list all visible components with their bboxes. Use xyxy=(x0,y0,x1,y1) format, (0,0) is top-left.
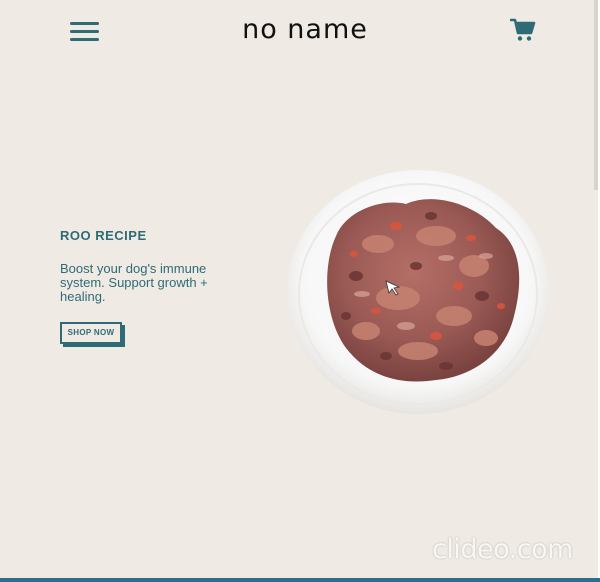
product-description: Boost your dog's immune system. Support … xyxy=(60,261,208,304)
hamburger-menu-icon xyxy=(70,22,99,25)
dog-food-bowl-image xyxy=(287,170,549,414)
hamburger-menu-icon-line xyxy=(70,30,99,33)
page: no name ROO RECIPE Boost your dog's immu… xyxy=(0,0,598,578)
watermark-text: clideo.com xyxy=(432,534,573,565)
product-title: ROO RECIPE xyxy=(60,228,147,243)
cart-button[interactable] xyxy=(509,18,536,42)
scrollbar-thumb[interactable] xyxy=(594,0,598,190)
hamburger-menu-icon-line xyxy=(70,38,99,41)
shop-now-button[interactable]: SHOP NOW xyxy=(60,322,122,344)
menu-button[interactable] xyxy=(70,22,100,42)
brand-logo[interactable]: no name xyxy=(240,12,370,48)
shopping-cart-icon xyxy=(509,18,536,41)
bottom-bar xyxy=(0,578,600,582)
